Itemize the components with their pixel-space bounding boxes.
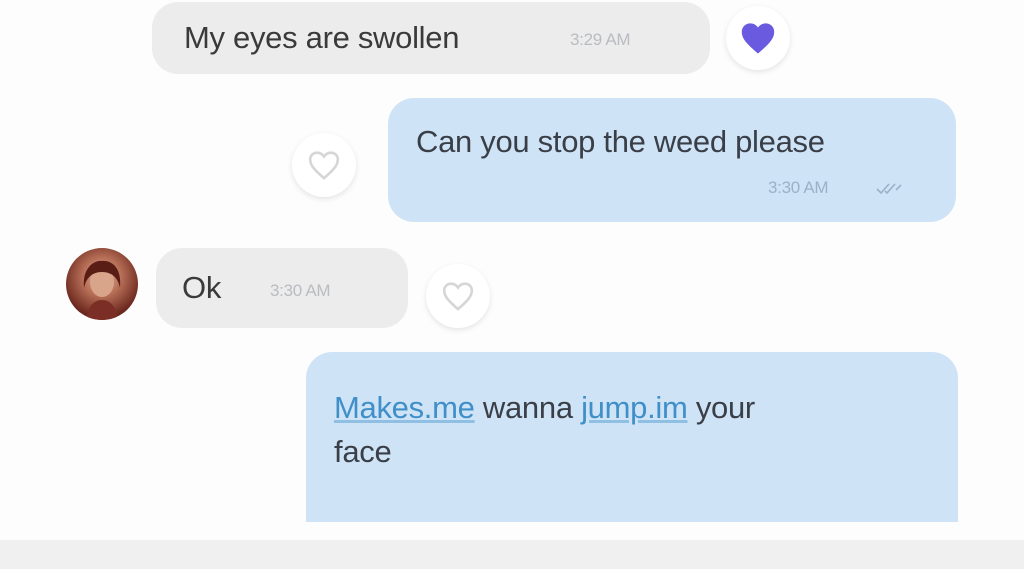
message-timestamp: 3:30 AM <box>768 178 829 197</box>
message-bubble-outgoing[interactable]: Can you stop the weed please 3:30 AM <box>388 98 956 222</box>
double-check-icon <box>876 183 902 195</box>
heart-outline-icon <box>308 151 340 180</box>
message-text: Can you stop the weed please <box>416 124 825 159</box>
chat-thread: My eyes are swollen 3:29 AM Can you stop… <box>0 0 1024 569</box>
message-link[interactable]: jump.im <box>581 390 688 425</box>
message-bubble-outgoing[interactable]: Makes.me wanna jump.im your face <box>306 352 958 522</box>
message-text: Ok <box>182 270 222 305</box>
message-link[interactable]: Makes.me <box>334 390 475 425</box>
heart-filled-icon <box>741 23 775 54</box>
avatar-image <box>83 260 121 320</box>
message-text-fragment: wanna <box>474 390 582 425</box>
message-timestamp: 3:30 AM <box>270 281 331 300</box>
heart-outline-icon <box>442 282 474 311</box>
message-text-fragment: your <box>687 390 755 425</box>
bottom-bar <box>0 540 1024 569</box>
message-bubble-incoming[interactable]: Ok 3:30 AM <box>156 248 408 328</box>
reaction-button[interactable] <box>292 133 356 197</box>
message-timestamp: 3:29 AM <box>570 30 631 49</box>
reaction-button[interactable] <box>426 264 490 328</box>
message-text: Makes.me wanna jump.im your face <box>334 386 755 474</box>
message-text: My eyes are swollen <box>184 20 460 55</box>
message-text-fragment: face <box>334 434 392 469</box>
contact-avatar[interactable] <box>66 248 138 320</box>
message-bubble-incoming[interactable]: My eyes are swollen 3:29 AM <box>152 2 710 74</box>
reaction-button[interactable] <box>726 6 790 70</box>
